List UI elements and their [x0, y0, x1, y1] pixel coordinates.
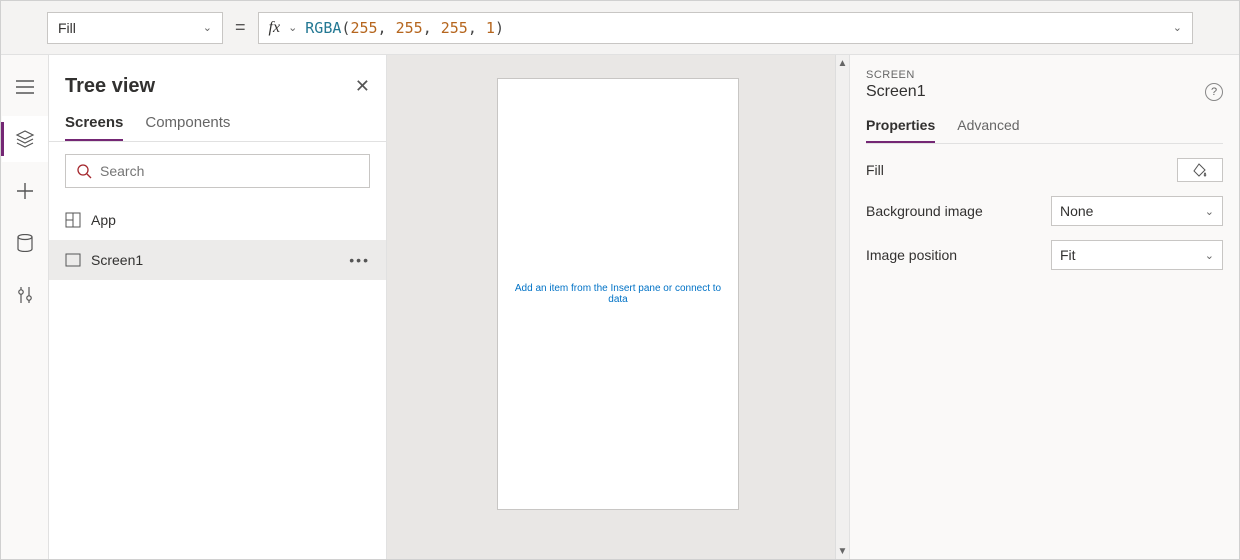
app-icon	[65, 212, 81, 228]
sliders-icon	[17, 286, 33, 304]
scroll-track[interactable]	[836, 71, 849, 543]
section-label: SCREEN	[866, 69, 1223, 81]
canvas-hint: Add an item from the Insert pane or conn…	[508, 283, 728, 305]
hamburger-button[interactable]	[2, 64, 48, 110]
search-input[interactable]	[65, 154, 370, 188]
insert-button[interactable]	[2, 168, 48, 214]
plus-icon	[16, 182, 34, 200]
dropdown-value: None	[1060, 203, 1093, 219]
screen-preview[interactable]: Add an item from the Insert pane or conn…	[498, 79, 738, 509]
tree-item-app[interactable]: App	[49, 200, 386, 240]
formula-text: RGBA(255, 255, 255, 1)	[305, 19, 1165, 37]
property-label: Background image	[866, 203, 983, 219]
fill-color-picker[interactable]	[1177, 158, 1223, 182]
property-dropdown[interactable]: Fill ⌄	[47, 12, 223, 44]
equals-label: =	[235, 17, 246, 38]
tree-tabs: Screens Components	[49, 104, 386, 142]
search-field[interactable]	[100, 163, 359, 179]
properties-pane: SCREEN Screen1 ? Properties Advanced Fil…	[849, 55, 1239, 559]
tab-components[interactable]: Components	[145, 114, 230, 141]
property-row-imgpos: Image position Fit ⌄	[866, 240, 1223, 270]
imgpos-dropdown[interactable]: Fit ⌄	[1051, 240, 1223, 270]
tree-list: App Screen1 •••	[49, 200, 386, 280]
tree-view-button[interactable]	[2, 116, 48, 162]
chevron-down-icon[interactable]: ⌄	[1173, 21, 1182, 34]
property-label: Fill	[866, 162, 884, 178]
layers-icon	[15, 130, 35, 148]
chevron-down-icon: ⌄	[203, 21, 212, 34]
vertical-scrollbar[interactable]: ▲ ▼	[835, 55, 849, 559]
canvas-area[interactable]: Add an item from the Insert pane or conn…	[387, 55, 849, 559]
tree-item-label: Screen1	[91, 252, 143, 268]
tab-advanced[interactable]: Advanced	[957, 117, 1019, 143]
formula-bar: Fill ⌄ = fx ⌄ RGBA(255, 255, 255, 1) ⌄	[1, 1, 1239, 55]
tree-view-title: Tree view	[65, 75, 155, 98]
property-row-fill: Fill	[866, 158, 1223, 182]
scroll-up-icon[interactable]: ▲	[836, 55, 849, 71]
screen-icon	[65, 253, 81, 267]
formula-input[interactable]: fx ⌄ RGBA(255, 255, 255, 1) ⌄	[258, 12, 1193, 44]
property-dropdown-label: Fill	[58, 20, 76, 36]
close-icon[interactable]: ✕	[355, 76, 370, 97]
chevron-down-icon: ⌄	[288, 21, 297, 34]
fx-label: fx	[269, 19, 281, 37]
tree-item-screen1[interactable]: Screen1 •••	[49, 240, 386, 280]
data-button[interactable]	[2, 220, 48, 266]
more-icon[interactable]: •••	[349, 252, 370, 268]
hamburger-icon	[16, 80, 34, 94]
chevron-down-icon: ⌄	[1205, 205, 1214, 218]
tree-item-label: App	[91, 212, 116, 228]
scroll-down-icon[interactable]: ▼	[836, 543, 849, 559]
tools-button[interactable]	[2, 272, 48, 318]
tab-properties[interactable]: Properties	[866, 117, 935, 143]
left-rail	[1, 55, 49, 559]
property-row-bgimage: Background image None ⌄	[866, 196, 1223, 226]
dropdown-value: Fit	[1060, 247, 1076, 263]
tab-screens[interactable]: Screens	[65, 114, 123, 141]
tree-view-pane: Tree view ✕ Screens Components App	[49, 55, 387, 559]
bgimage-dropdown[interactable]: None ⌄	[1051, 196, 1223, 226]
database-icon	[17, 234, 33, 252]
chevron-down-icon: ⌄	[1205, 249, 1214, 262]
screen-name: Screen1	[866, 83, 926, 101]
paint-bucket-icon	[1192, 162, 1208, 178]
properties-tabs: Properties Advanced	[866, 117, 1223, 144]
search-icon	[76, 163, 92, 179]
property-label: Image position	[866, 247, 957, 263]
help-icon[interactable]: ?	[1205, 83, 1223, 101]
